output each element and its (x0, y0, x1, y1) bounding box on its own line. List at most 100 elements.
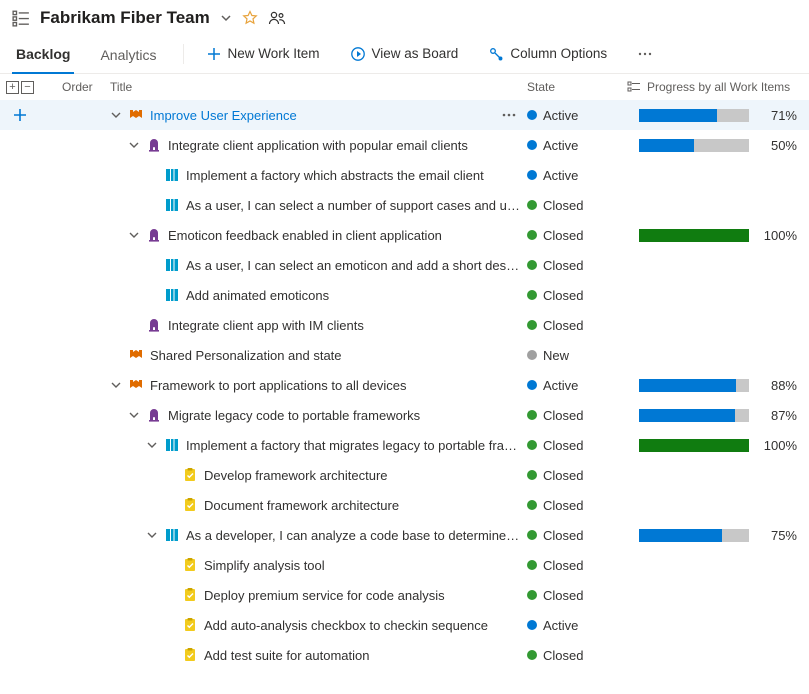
more-commands-button[interactable] (629, 42, 661, 72)
expander-toggle[interactable] (110, 110, 122, 120)
state-cell: Active (527, 108, 627, 123)
work-item-title[interactable]: Integrate client application with popula… (168, 138, 468, 153)
progress-bar (639, 109, 749, 122)
work-item-title[interactable]: Implement a factory that migrates legacy… (186, 438, 521, 453)
row-more-actions[interactable] (501, 107, 521, 123)
state-label: Active (543, 618, 578, 633)
progress-cell: 88% (627, 378, 797, 393)
state-cell: Closed (527, 228, 627, 243)
backlog-row[interactable]: Improve User ExperienceActive71% (0, 100, 809, 130)
new-work-item-button[interactable]: New Work Item (198, 42, 328, 72)
expander-toggle[interactable] (128, 140, 140, 150)
work-item-title[interactable]: Add test suite for automation (204, 648, 369, 663)
progress-cell: 100% (627, 228, 797, 243)
backlog-row[interactable]: As a user, I can select an emoticon and … (0, 250, 809, 280)
backlog-row[interactable]: Framework to port applications to all de… (0, 370, 809, 400)
work-item-title[interactable]: Implement a factory which abstracts the … (186, 168, 484, 183)
work-item-title[interactable]: Improve User Experience (150, 108, 297, 123)
progress-bar (639, 529, 749, 542)
state-label: New (543, 348, 569, 363)
backlog-row[interactable]: As a developer, I can analyze a code bas… (0, 520, 809, 550)
work-item-title[interactable]: As a user, I can select a number of supp… (186, 198, 521, 213)
work-item-title[interactable]: Add animated emoticons (186, 288, 329, 303)
expander-toggle[interactable] (128, 410, 140, 420)
team-picker-chevron[interactable] (220, 12, 232, 24)
column-options-label: Column Options (510, 46, 607, 61)
state-dot-icon (527, 590, 537, 600)
work-item-title[interactable]: Deploy premium service for code analysis (204, 588, 445, 603)
progress-bar (639, 139, 749, 152)
state-cell: Closed (527, 468, 627, 483)
state-label: Closed (543, 438, 583, 453)
work-item-title[interactable]: Emoticon feedback enabled in client appl… (168, 228, 442, 243)
state-label: Closed (543, 198, 583, 213)
tab-analytics[interactable]: Analytics (96, 41, 160, 73)
column-options-button[interactable]: Column Options (480, 42, 615, 72)
pbi-icon (164, 437, 180, 453)
title-cell: Migrate legacy code to portable framewor… (110, 407, 527, 423)
state-dot-icon (527, 440, 537, 450)
backlog-row[interactable]: Document framework architectureClosed (0, 490, 809, 520)
backlog-row[interactable]: Shared Personalization and state New (0, 340, 809, 370)
backlog-row[interactable]: Add auto-analysis checkbox to checkin se… (0, 610, 809, 640)
new-work-item-label: New Work Item (228, 46, 320, 61)
work-item-title[interactable]: Framework to port applications to all de… (150, 378, 407, 393)
backlog-row[interactable]: Emoticon feedback enabled in client appl… (0, 220, 809, 250)
backlog-row[interactable]: Deploy premium service for code analysis… (0, 580, 809, 610)
backlog-row[interactable]: Add animated emoticonsClosed (0, 280, 809, 310)
backlog-row[interactable]: Develop framework architecture Closed (0, 460, 809, 490)
work-item-title[interactable]: Document framework architecture (204, 498, 399, 513)
expand-all-icon[interactable]: + (6, 81, 19, 94)
backlog-row[interactable]: Integrate client app with IM clientsClos… (0, 310, 809, 340)
column-title[interactable]: Title (110, 80, 527, 94)
column-state[interactable]: State (527, 80, 627, 94)
title-cell: Deploy premium service for code analysis (110, 587, 527, 603)
work-item-title[interactable]: Shared Personalization and state (150, 348, 342, 363)
backlog-row[interactable]: Integrate client application with popula… (0, 130, 809, 160)
work-item-title[interactable]: As a developer, I can analyze a code bas… (186, 528, 521, 543)
column-order[interactable]: Order (62, 80, 110, 94)
feature-icon (146, 407, 162, 423)
tab-backlog[interactable]: Backlog (12, 40, 74, 74)
state-cell: Active (527, 168, 627, 183)
work-item-title[interactable]: Migrate legacy code to portable framewor… (168, 408, 420, 423)
title-cell: Shared Personalization and state (110, 347, 527, 363)
state-label: Active (543, 378, 578, 393)
view-as-board-button[interactable]: View as Board (342, 42, 467, 72)
work-item-title[interactable]: Develop framework architecture (204, 468, 388, 483)
feature-icon (146, 137, 162, 153)
work-item-title[interactable]: As a user, I can select an emoticon and … (186, 258, 521, 273)
task-icon (182, 647, 198, 663)
team-name[interactable]: Fabrikam Fiber Team (40, 8, 210, 28)
title-cell: Emoticon feedback enabled in client appl… (110, 227, 527, 243)
pbi-icon (164, 197, 180, 213)
pbi-icon (164, 527, 180, 543)
column-progress[interactable]: Progress by all Work Items (627, 80, 797, 94)
state-dot-icon (527, 650, 537, 660)
work-item-title[interactable]: Add auto-analysis checkbox to checkin se… (204, 618, 488, 633)
progress-percent: 88% (759, 378, 797, 393)
state-cell: Closed (527, 438, 627, 453)
favorite-star-icon[interactable] (242, 10, 258, 26)
progress-percent: 87% (759, 408, 797, 423)
state-dot-icon (527, 410, 537, 420)
epic-icon (128, 347, 144, 363)
backlog-row[interactable]: Simplify analysis toolClosed (0, 550, 809, 580)
team-members-icon[interactable] (268, 9, 286, 27)
backlog-row[interactable]: Migrate legacy code to portable framewor… (0, 400, 809, 430)
task-icon (182, 467, 198, 483)
expander-toggle[interactable] (146, 530, 158, 540)
backlog-row[interactable]: Implement a factory which abstracts the … (0, 160, 809, 190)
work-item-title[interactable]: Simplify analysis tool (204, 558, 325, 573)
expander-toggle[interactable] (110, 380, 122, 390)
title-cell: Add auto-analysis checkbox to checkin se… (110, 617, 527, 633)
add-child-icon[interactable] (13, 108, 27, 122)
title-cell: Add animated emoticons (110, 287, 527, 303)
collapse-all-icon[interactable]: − (21, 81, 34, 94)
backlog-row[interactable]: Implement a factory that migrates legacy… (0, 430, 809, 460)
expander-toggle[interactable] (146, 440, 158, 450)
backlog-row[interactable]: Add test suite for automationClosed (0, 640, 809, 670)
work-item-title[interactable]: Integrate client app with IM clients (168, 318, 364, 333)
backlog-row[interactable]: As a user, I can select a number of supp… (0, 190, 809, 220)
expander-toggle[interactable] (128, 230, 140, 240)
